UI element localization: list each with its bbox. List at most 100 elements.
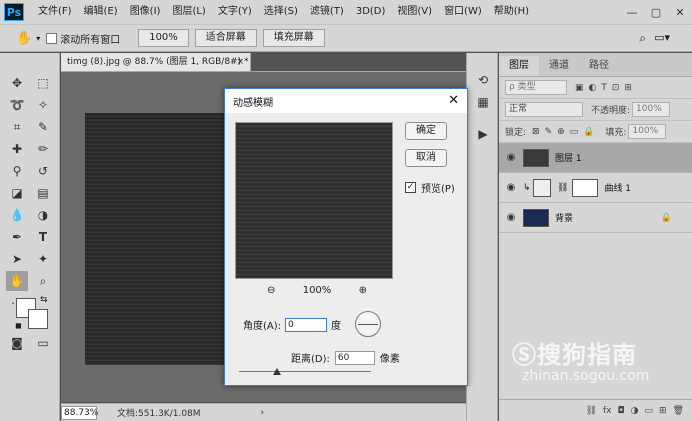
sogou-watermark: Ⓢ搜狗指南 zhinan.sogou.com	[512, 335, 682, 395]
menu-window[interactable]: 窗口(W)	[438, 0, 488, 24]
scroll-all-windows-checkbox[interactable]: 滚动所有窗口	[46, 31, 120, 46]
screen-mode-icon[interactable]: ▭	[32, 333, 54, 353]
filter-icons[interactable]: ▣◐T⊡⊞	[575, 83, 637, 93]
tab-paths[interactable]: 路径	[579, 56, 619, 76]
tab-close-icon[interactable]: ×	[236, 53, 244, 71]
blur-tool-icon[interactable]: 💧	[6, 205, 28, 225]
angle-input[interactable]: 0	[285, 317, 328, 332]
hand-tool-icon[interactable]: ✋	[6, 271, 28, 291]
add-mask-icon[interactable]: ◘	[618, 406, 625, 416]
ok-button[interactable]: 确定	[405, 122, 447, 140]
filter-preview[interactable]	[235, 122, 393, 279]
canvas-image[interactable]	[85, 113, 230, 365]
angle-label: 角度(A):	[243, 321, 282, 332]
fill-field[interactable]: 100%	[628, 124, 667, 139]
cancel-button[interactable]: 取消	[405, 149, 447, 167]
angle-dial[interactable]	[355, 311, 381, 337]
crop-tool-icon[interactable]: ⌗	[6, 117, 28, 137]
dodge-tool-icon[interactable]: ◑	[32, 205, 54, 225]
distance-slider-thumb[interactable]	[273, 368, 281, 375]
zoom-in-icon[interactable]: ⊕	[359, 285, 367, 296]
distance-input[interactable]: 60	[334, 350, 375, 365]
new-layer-icon[interactable]: ⊞	[659, 406, 667, 416]
lasso-tool-icon[interactable]: ➰	[6, 95, 28, 115]
link-layers-icon[interactable]: ⛓	[586, 406, 597, 416]
menu-3d[interactable]: 3D(D)	[350, 0, 392, 24]
menu-filter[interactable]: 滤镜(T)	[304, 0, 350, 24]
eraser-tool-icon[interactable]: ◪	[6, 183, 28, 203]
visibility-eye-icon[interactable]: ◉	[499, 152, 523, 163]
tool-preset-chevron-icon[interactable]: ▾	[36, 34, 40, 43]
checkbox-checked-icon[interactable]: ✓	[405, 182, 416, 193]
menu-view[interactable]: 视图(V)	[391, 0, 438, 24]
fx-icon[interactable]: fx	[603, 406, 612, 416]
default-colors-icon[interactable]: ◼	[15, 321, 22, 330]
distance-unit: 像素	[379, 354, 400, 365]
tab-layers[interactable]: 图层	[499, 56, 539, 76]
maximize-button[interactable]: ▢	[644, 0, 668, 24]
healing-brush-tool-icon[interactable]: ✚	[6, 139, 28, 159]
layer-row[interactable]: ◉ ↳ ⛓ 曲线 1	[499, 173, 692, 203]
delete-layer-icon[interactable]: 🗑	[673, 406, 684, 416]
zoom-level-field[interactable]: 88.73%	[61, 405, 98, 420]
menu-select[interactable]: 选择(S)	[258, 0, 304, 24]
distance-slider[interactable]	[239, 368, 371, 375]
background-color-swatch[interactable]	[28, 309, 48, 329]
lock-icons[interactable]: ⊠✎⊕▭🔒	[532, 127, 599, 137]
visibility-eye-icon[interactable]: ◉	[499, 182, 523, 193]
brush-tool-icon[interactable]: ✏	[32, 139, 54, 159]
status-menu-arrow-icon[interactable]: ›	[261, 408, 265, 418]
quick-mask-icon[interactable]: ◙	[6, 333, 28, 353]
shape-tool-icon[interactable]: ✦	[32, 249, 54, 269]
magic-wand-tool-icon[interactable]: ✧	[32, 95, 54, 115]
marquee-tool-icon[interactable]: ⬚	[32, 73, 54, 93]
clone-stamp-tool-icon[interactable]: ⚲	[6, 161, 28, 181]
path-selection-tool-icon[interactable]: ➤	[6, 249, 28, 269]
layer-kind-filter[interactable]: ρ 类型	[505, 80, 567, 95]
search-icon[interactable]: ⌕	[639, 31, 646, 46]
fill-screen-button[interactable]: 填充屏幕	[262, 29, 325, 47]
eyedropper-tool-icon[interactable]: ✎	[32, 117, 54, 137]
menu-edit[interactable]: 编辑(E)	[78, 0, 124, 24]
pen-tool-icon[interactable]: ✒	[6, 227, 28, 247]
zoom-out-icon[interactable]: ⊖	[267, 285, 275, 296]
close-button[interactable]: ✕	[668, 0, 692, 24]
options-bar: ✋ ▾ 滚动所有窗口 100% 适合屏幕 填充屏幕 ⌕ ▭▾	[0, 24, 692, 52]
adjustment-layer-icon[interactable]: ◑	[631, 406, 639, 416]
minimize-button[interactable]: —	[620, 0, 644, 24]
swap-colors-icon[interactable]: ⇆	[40, 295, 48, 305]
preview-checkbox[interactable]: ✓ 预览(P)	[405, 180, 455, 195]
menu-type[interactable]: 文字(Y)	[212, 0, 258, 24]
blend-mode-select[interactable]: 正常	[505, 102, 583, 117]
visibility-eye-icon[interactable]: ◉	[499, 212, 523, 223]
gradient-tool-icon[interactable]: ▤	[32, 183, 54, 203]
history-brush-tool-icon[interactable]: ↺	[32, 161, 54, 181]
tab-channels[interactable]: 通道	[539, 56, 579, 76]
dialog-close-icon[interactable]: ✕	[448, 93, 459, 108]
menu-bar: Ps 文件(F) 编辑(E) 图像(I) 图层(L) 文字(Y) 选择(S) 滤…	[0, 0, 692, 24]
layer-row[interactable]: ◉ 背景 🔒	[499, 203, 692, 233]
fit-screen-button[interactable]: 适合屏幕	[194, 29, 257, 47]
layers-panel-tabs: 图层 通道 路径	[499, 53, 692, 77]
menu-layer[interactable]: 图层(L)	[166, 0, 211, 24]
move-tool-icon[interactable]: ✥	[6, 73, 28, 93]
menu-help[interactable]: 帮助(H)	[488, 0, 535, 24]
group-folder-icon[interactable]: ▭	[645, 406, 654, 416]
zoom-tool-icon[interactable]: ⌕	[32, 271, 54, 291]
layer-row[interactable]: ◉ 图层 1	[499, 143, 692, 173]
properties-panel-icon[interactable]: ▦	[474, 93, 492, 111]
preview-zoom-value: 100%	[302, 285, 332, 296]
play-actions-icon[interactable]: ▶	[474, 125, 492, 143]
document-tab[interactable]: timg (8).jpg @ 88.7% (图层 1, RGB/8#) * ×	[61, 53, 251, 71]
lock-label: 锁定:	[505, 128, 527, 138]
opacity-field[interactable]: 100%	[632, 102, 671, 117]
checkbox-box[interactable]	[46, 32, 58, 44]
workspace-icon[interactable]: ▭▾	[654, 31, 670, 44]
menu-file[interactable]: 文件(F)	[32, 0, 78, 24]
type-tool-icon[interactable]: T	[32, 227, 54, 247]
history-panel-icon[interactable]: ⟲	[474, 71, 492, 89]
dialog-title: 动感模糊	[233, 97, 273, 109]
menu-image[interactable]: 图像(I)	[124, 0, 167, 24]
zoom-100-button[interactable]: 100%	[138, 29, 189, 47]
hand-tool-icon[interactable]: ✋	[16, 31, 32, 46]
